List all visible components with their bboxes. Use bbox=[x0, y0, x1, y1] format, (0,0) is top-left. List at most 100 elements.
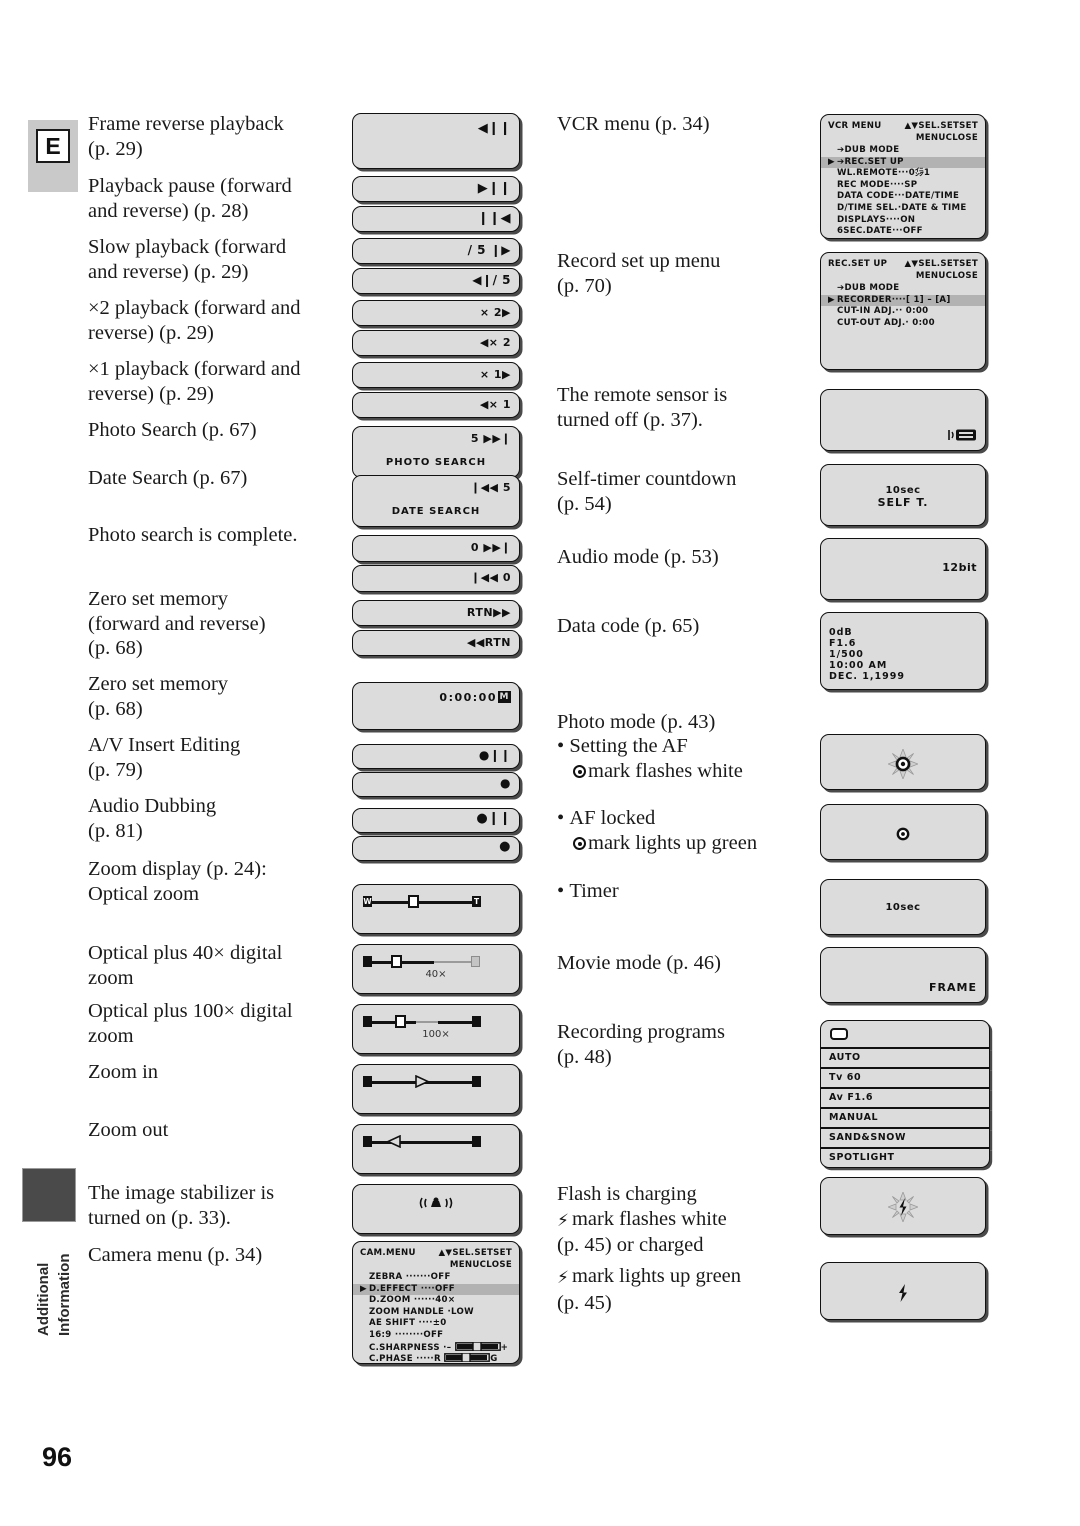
zoom-bar-out bbox=[363, 1135, 481, 1148]
display-pause-reverse: ❙❙◀ bbox=[352, 206, 520, 232]
menu-row[interactable]: ➔DUB MODE bbox=[828, 283, 979, 295]
menu-row[interactable]: CUT-IN ADJ.·· 0:00 bbox=[828, 306, 979, 318]
display-photo-search: 5 ▶▶❙ PHOTO SEARCH bbox=[352, 426, 520, 478]
caption-remote-sensor-off: The remote sensor is turned off (p. 37). bbox=[557, 384, 728, 431]
data-code-shutter: 1/500 bbox=[829, 649, 864, 660]
program-item-auto[interactable]: AUTO bbox=[820, 1048, 990, 1068]
display-zero-set-rtn-forward: RTN▶▶ bbox=[352, 600, 520, 626]
cam-menu-rows: ZEBRA ·······OFF ▶ D.EFFECT ····OFF D.ZOO… bbox=[353, 1272, 519, 1363]
caption-movie-mode: Movie mode (p. 46) bbox=[557, 952, 721, 974]
af-mark-flashing-icon bbox=[888, 749, 918, 779]
page-number: 96 bbox=[42, 1442, 73, 1472]
caption-audio-dubbing: Audio Dubbing (p. 81) bbox=[88, 795, 217, 842]
caption-self-timer: Self-timer countdown (p. 54) bbox=[557, 468, 737, 515]
caption-zoom-out: Zoom out bbox=[88, 1119, 169, 1141]
program-item-tv[interactable]: Tv 60 bbox=[820, 1068, 990, 1088]
caption-playback-pause: Playback pause (forward and reverse) (p.… bbox=[88, 175, 292, 222]
caption-recording-programs: Recording programs (p. 48) bbox=[557, 1021, 725, 1068]
zoom-in-triangle-icon bbox=[415, 1075, 429, 1088]
section-label: Additional Information bbox=[18, 1226, 80, 1337]
program-item-sand-snow[interactable]: SAND&SNOW bbox=[820, 1128, 990, 1148]
zoom-40x-label: 40× bbox=[425, 969, 447, 980]
display-flash-charging bbox=[820, 1177, 986, 1235]
caption-photo-search: Photo Search (p. 67) bbox=[88, 419, 257, 441]
menu-row-phase[interactable]: C.PHASE ·····R G bbox=[360, 1352, 513, 1363]
program-item-av[interactable]: Av F1.6 bbox=[820, 1088, 990, 1108]
display-cam-menu: CAM.MENU ▲▼SEL.SETSET MENUCLOSE ZEBRA ··… bbox=[352, 1241, 520, 1364]
caption-photo-mode: Photo mode (p. 43) bbox=[557, 711, 716, 733]
zoom-out-triangle-icon bbox=[387, 1135, 401, 1148]
display-x1-forward: × 1▶ bbox=[352, 362, 520, 388]
program-item-easy[interactable] bbox=[820, 1020, 990, 1048]
display-frame-reverse: ◀❙❙ bbox=[352, 113, 520, 169]
menu-row[interactable]: ➔DUB MODE bbox=[828, 145, 979, 157]
display-remote-sensor-off bbox=[820, 389, 986, 451]
display-av-insert-record: ● bbox=[352, 772, 520, 797]
menu-row[interactable]: DATA CODE···DATE/TIME bbox=[828, 191, 979, 203]
display-audio-dub-pause: ●❙❙ bbox=[352, 808, 520, 833]
caption-frame-reverse: Frame reverse playback (p. 29) bbox=[88, 113, 284, 160]
menu-row[interactable]: AE SHIFT ····±0 bbox=[360, 1318, 513, 1330]
program-item-manual[interactable]: MANUAL bbox=[820, 1108, 990, 1128]
zoom-t-label: T bbox=[472, 896, 481, 907]
cam-menu-sel: ▲▼SEL.SETSET bbox=[438, 1248, 512, 1258]
menu-row[interactable]: 16:9 ········OFF bbox=[360, 1330, 513, 1342]
menu-row[interactable]: DISPLAYS····ON bbox=[828, 215, 979, 227]
af-mark-icon bbox=[573, 836, 586, 850]
caption-x2-playback: ×2 playback (forward and reverse) (p. 29… bbox=[88, 297, 301, 344]
caption-audio-mode: Audio mode (p. 53) bbox=[557, 546, 719, 568]
remote-sensor-off-icon bbox=[948, 429, 976, 441]
display-zoom-100x: 100× bbox=[352, 1004, 520, 1054]
menu-row[interactable]: D.ZOOM ······40× bbox=[360, 1295, 513, 1307]
data-code-time: 10:00 AM bbox=[829, 660, 888, 671]
display-flash-charged bbox=[820, 1262, 986, 1320]
caption-zoom-100x: Optical plus 100× digital zoom bbox=[88, 1000, 293, 1047]
display-rec-setup-menu: REC.SET UP ▲▼SEL.SETSET MENUCLOSE ➔DUB M… bbox=[820, 252, 986, 370]
data-code-aperture: F1.6 bbox=[829, 638, 857, 649]
rec-setup-sel: ▲▼SEL.SETSET bbox=[904, 259, 978, 269]
data-code-date: DEC. 1,1999 bbox=[829, 671, 905, 682]
menu-row-selected[interactable]: ▶ ➔REC.SET UP bbox=[821, 156, 985, 169]
display-date-search: ❙◀◀ 5 DATE SEARCH bbox=[352, 475, 520, 527]
vcr-menu-rows: ➔DUB MODE ▶ ➔REC.SET UP WL.REMOTE···0㌄1 R… bbox=[821, 145, 985, 238]
vcr-menu-close: MENUCLOSE bbox=[915, 132, 978, 143]
caption-zoom-display-optical: Zoom display (p. 24): Optical zoom bbox=[88, 858, 267, 905]
self-timer-label: SELF T. bbox=[877, 496, 929, 509]
display-timer: 10sec bbox=[820, 879, 986, 935]
rec-setup-close: MENUCLOSE bbox=[915, 270, 978, 281]
display-av-insert-pause: ●❙❙ bbox=[352, 744, 520, 769]
caption-flash-charged: ⚡ mark lights up green (p. 45) bbox=[557, 1265, 742, 1314]
display-af-locked bbox=[820, 804, 986, 860]
caption-x1-playback: ×1 playback (forward and reverse) (p. 29… bbox=[88, 358, 301, 405]
af-mark-icon bbox=[573, 764, 586, 778]
menu-row[interactable]: D/TIME SEL.·DATE & TIME bbox=[828, 203, 979, 215]
flash-mark-flashing-icon bbox=[888, 1192, 918, 1222]
caption-slow-playback: Slow playback (forward and reverse) (p. … bbox=[88, 236, 287, 283]
image-stabilizer-icon bbox=[419, 1197, 453, 1209]
display-af-setting bbox=[820, 734, 986, 790]
zoom-100x-label: 100× bbox=[422, 1029, 450, 1040]
display-zero-set-memory: 0:00:00 M bbox=[352, 682, 520, 730]
caption-flash-charging: Flash is charging ⚡ mark flashes white (p… bbox=[557, 1183, 727, 1256]
vcr-menu-sel: ▲▼SEL.SETSET bbox=[904, 121, 978, 131]
display-x1-reverse: ◀× 1 bbox=[352, 392, 520, 418]
caption-vcr-menu: VCR menu (p. 34) bbox=[557, 113, 710, 135]
menu-row[interactable]: REC MODE····SP bbox=[828, 180, 979, 192]
self-timer-seconds: 10sec bbox=[885, 485, 921, 496]
menu-row-selected[interactable]: ▶ RECORDER····[ 1] – [A] bbox=[821, 294, 985, 307]
menu-row[interactable]: CUT-OUT ADJ.· 0:00 bbox=[828, 318, 979, 330]
display-zoom-40x: 40× bbox=[352, 944, 520, 994]
display-zero-set-rtn-reverse: ◀◀RTN bbox=[352, 630, 520, 656]
display-self-timer: 10sec SELF T. bbox=[820, 464, 986, 526]
program-item-spotlight[interactable]: SPOTLIGHT bbox=[820, 1148, 990, 1168]
menu-row[interactable]: ZOOM HANDLE ·LOW bbox=[360, 1307, 513, 1319]
menu-row[interactable]: WL.REMOTE···0㌄1 bbox=[828, 168, 979, 180]
menu-row-selected[interactable]: ▶ D.EFFECT ····OFF bbox=[353, 1283, 519, 1296]
cam-menu-title: CAM.MENU bbox=[360, 1248, 416, 1258]
menu-row[interactable]: 6SEC.DATE···OFF bbox=[828, 226, 979, 238]
menu-row-sharpness[interactable]: C.SHARPNESS ·– + bbox=[360, 1340, 513, 1354]
timer-seconds: 10sec bbox=[885, 902, 921, 913]
display-data-code: 0dB F1.6 1/500 10:00 AM DEC. 1,1999 bbox=[820, 612, 986, 690]
menu-row[interactable]: ZEBRA ·······OFF bbox=[360, 1272, 513, 1284]
caption-data-code: Data code (p. 65) bbox=[557, 615, 700, 637]
